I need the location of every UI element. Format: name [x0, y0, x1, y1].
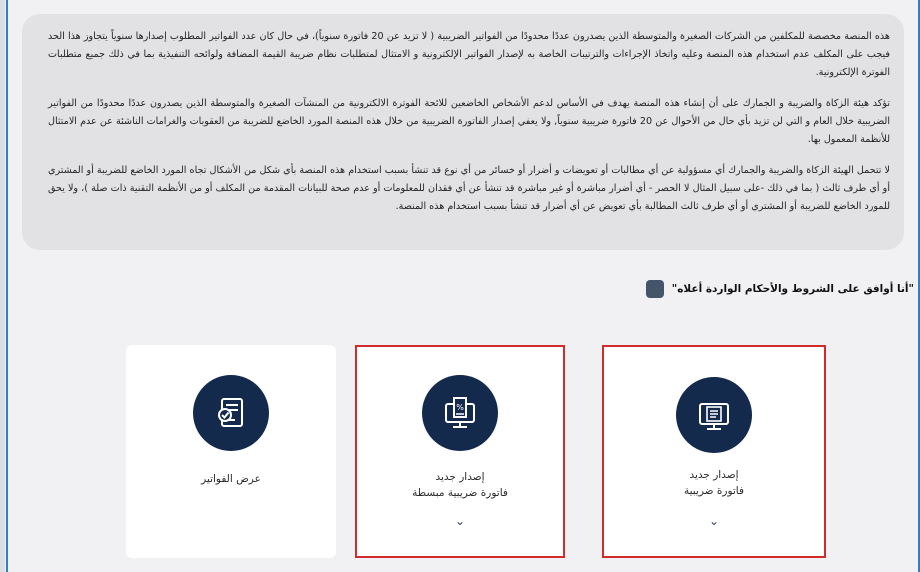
new-tax-invoice-card[interactable]: إصدار جديد فاتورة ضريبية ⌄ [602, 345, 826, 558]
view-invoices-card[interactable]: عرض الفواتير [126, 345, 336, 558]
terms-agreement-row[interactable]: "أنا أوافق على الشروط والأحكام الواردة أ… [645, 280, 914, 298]
simplified-invoice-line2: فاتورة ضريبية مبسطة [412, 487, 508, 499]
tax-invoice-line1: إصدار جديد [689, 469, 739, 481]
agree-label: "أنا أوافق على الشروط والأحكام الواردة أ… [671, 283, 914, 295]
notice-paragraph-2: تؤكد هيئة الزكاة والضريبة و الجمارك على … [48, 98, 890, 145]
agree-checkbox[interactable] [645, 280, 664, 298]
svg-text:%: % [456, 403, 464, 412]
chevron-down-icon[interactable]: ⌄ [357, 513, 563, 529]
new-simplified-invoice-card[interactable]: % إصدار جديد فاتورة ضريبية مبسطة ⌄ [355, 345, 565, 558]
view-invoices-label: عرض الفواتير [201, 473, 261, 485]
tax-invoice-line2: فاتورة ضريبية [683, 485, 745, 497]
monitor-receipt-icon: % [422, 375, 498, 451]
chevron-down-icon[interactable]: ⌄ [604, 513, 824, 529]
accent-border-line [6, 0, 8, 572]
checklist-document-icon [193, 375, 269, 451]
monitor-invoice-icon [676, 377, 752, 453]
simplified-invoice-line1: إصدار جديد [435, 471, 485, 483]
notice-paragraph-1: هذه المنصة مخصصة للمكلفين من الشركات الص… [48, 31, 890, 78]
window-left-edge [0, 0, 5, 572]
terms-notice-panel: هذه المنصة مخصصة للمكلفين من الشركات الص… [22, 14, 904, 250]
notice-paragraph-3: لا تتحمل الهيئة الزكاة والضريبة والجمارك… [48, 165, 890, 212]
